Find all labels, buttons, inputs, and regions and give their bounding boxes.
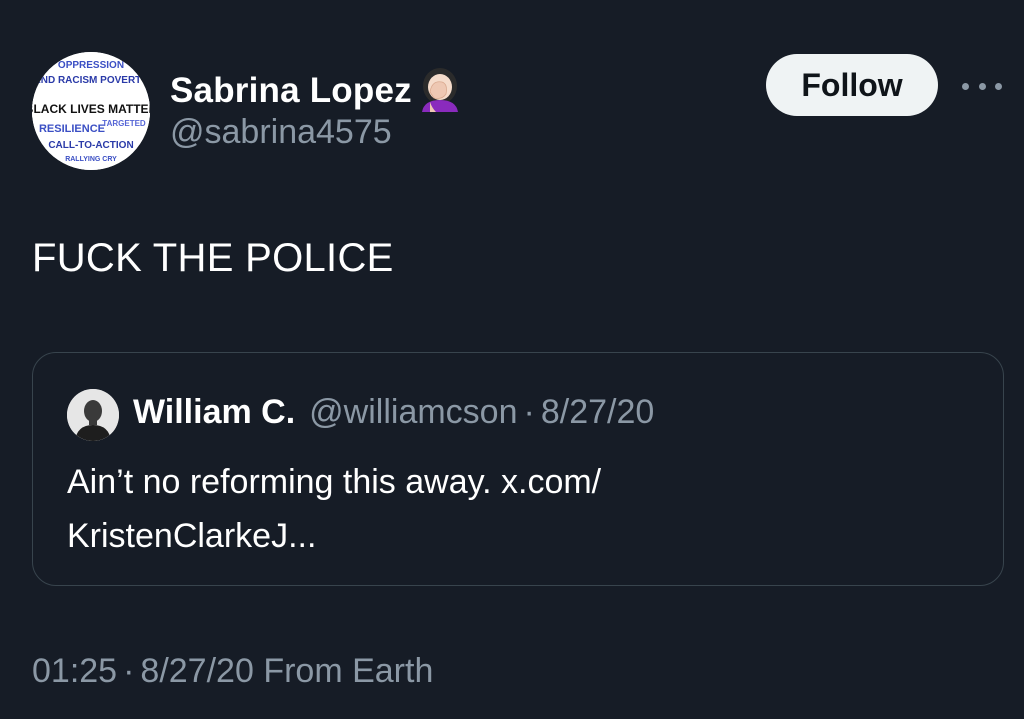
facepalm-emoji-icon [416, 64, 464, 117]
author-name-row: Sabrina Lopez [170, 64, 464, 117]
follow-button[interactable]: Follow [766, 54, 938, 116]
more-dot [978, 82, 986, 90]
tweet-source: From Earth [263, 652, 434, 690]
tweet-page: OPPRESSION END RACISM POVERTY BLACK LIVE… [0, 0, 1024, 719]
more-dot [995, 82, 1002, 90]
quoted-author-avatar[interactable] [67, 389, 119, 441]
tweet-metadata: 01:25 · 8/27/20 From Earth [32, 652, 433, 691]
author-handle[interactable]: @sabrina4575 [170, 113, 392, 152]
avatar-word: CALL-TO-ACTION [48, 140, 133, 151]
quoted-author-name[interactable]: William C. [133, 393, 295, 432]
more-dot [962, 82, 969, 90]
quoted-tweet-card[interactable]: William C. @williamcson · 8/27/20 Ain’t … [32, 352, 1004, 586]
quoted-text-line: KristenClarkeJ... [67, 517, 317, 555]
quoted-author-handle[interactable]: @williamcson [309, 393, 517, 432]
avatar-wordcloud-image: OPPRESSION END RACISM POVERTY BLACK LIVE… [32, 52, 150, 170]
dot-separator: · [123, 652, 135, 690]
author-display-name[interactable]: Sabrina Lopez [170, 71, 412, 111]
avatar-word: RESILIENCE [39, 123, 105, 135]
avatar-word: END RACISM POVERTY [34, 75, 148, 86]
avatar-word: OPPRESSION [58, 60, 124, 71]
author-avatar[interactable]: OPPRESSION END RACISM POVERTY BLACK LIVE… [32, 52, 150, 170]
quoted-tweet-header: William C. @williamcson · 8/27/20 [133, 393, 654, 432]
tweet-date[interactable]: 8/27/20 [140, 652, 253, 690]
dot-separator: · [523, 393, 535, 431]
more-horizontal-icon[interactable] [962, 76, 1002, 96]
tweet-text: FUCK THE POLICE [32, 236, 394, 280]
avatar-word: RALLYING CRY [65, 156, 117, 163]
quoted-tweet-text: Ain’t no reforming this away. x.com/ Kri… [67, 455, 967, 563]
tweet-time[interactable]: 01:25 [32, 652, 117, 690]
avatar-word: TARGETED [102, 119, 146, 128]
quoted-tweet-date: 8/27/20 [540, 393, 655, 431]
avatar-word: BLACK LIVES MATTER [32, 102, 150, 116]
quoted-text-line: Ain’t no reforming this away. x.com/ [67, 463, 602, 501]
